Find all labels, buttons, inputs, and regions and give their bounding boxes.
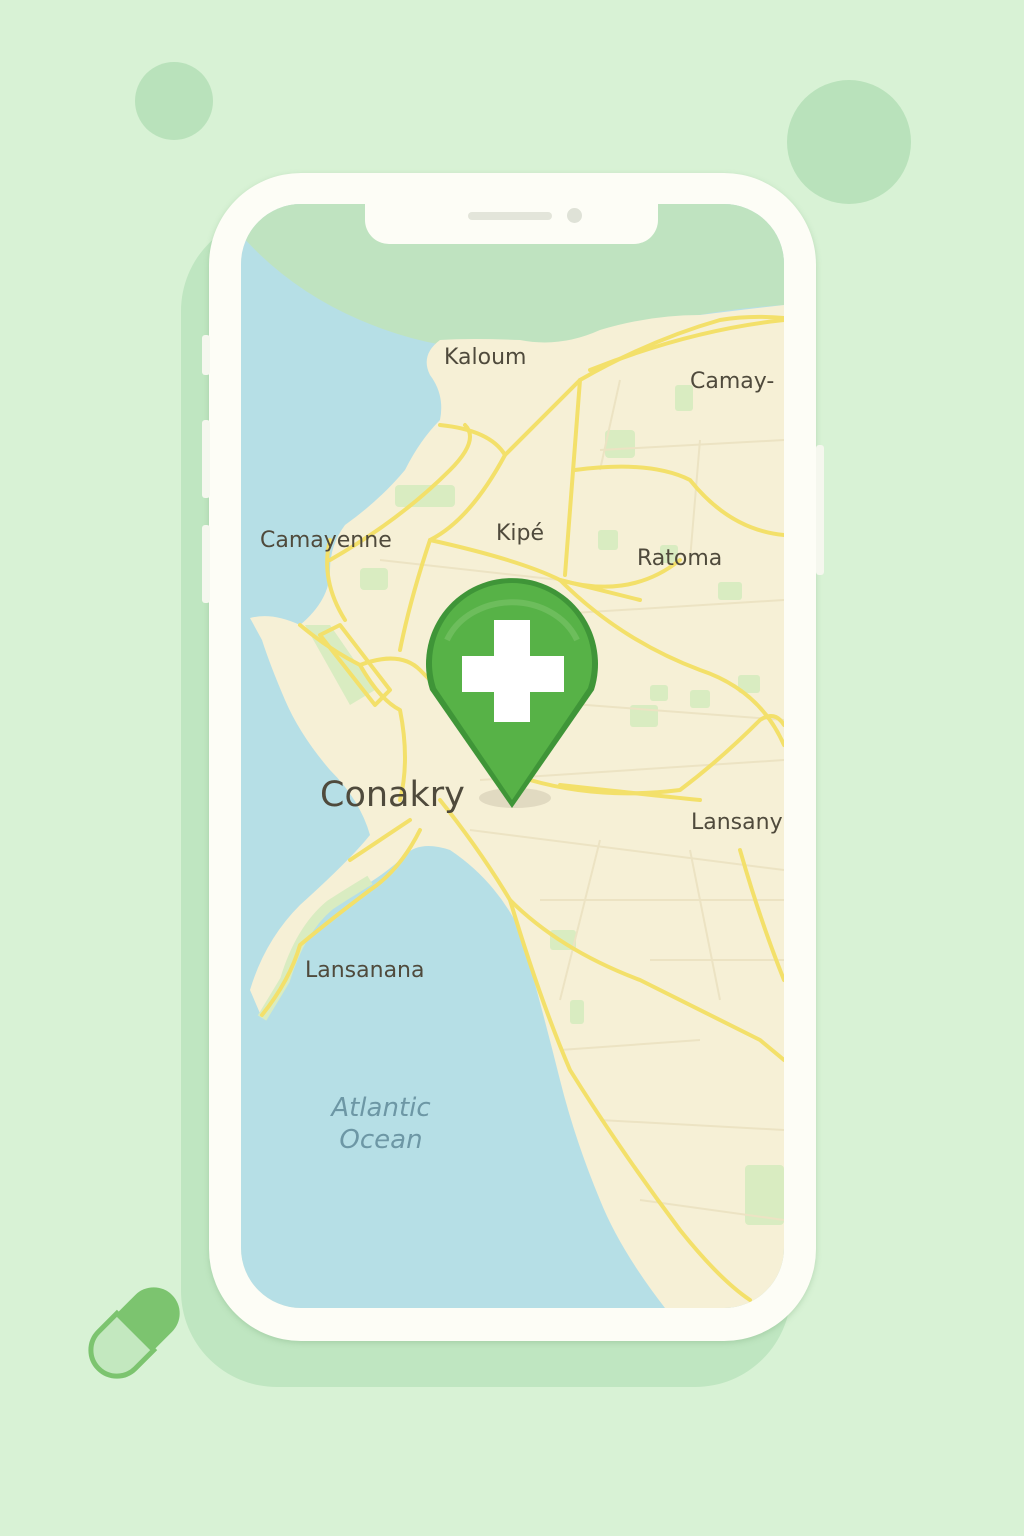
map-screen[interactable]: Kaloum Camay- Camayenne Kipé Ratoma Cona… (241, 204, 784, 1308)
label-kaloum: Kaloum (444, 345, 526, 370)
decor-circle-left (135, 62, 213, 140)
label-kipe: Kipé (496, 521, 544, 546)
mute-switch (202, 335, 210, 375)
power-button (816, 445, 824, 575)
label-atlantic: Atlantic (329, 1093, 430, 1123)
label-camay: Camay- (690, 369, 774, 394)
decor-circle-right (787, 80, 911, 204)
phone-notch (365, 204, 658, 244)
label-conakry: Conakry (320, 775, 465, 815)
speaker-grille (468, 212, 552, 220)
label-camayenne: Camayenne (260, 528, 392, 553)
map-canvas[interactable]: Kaloum Camay- Camayenne Kipé Ratoma Cona… (241, 204, 784, 1308)
label-ocean: Ocean (339, 1125, 422, 1155)
label-lansany: Lansany (691, 810, 783, 835)
label-ratoma: Ratoma (637, 546, 722, 571)
volume-up-button (202, 420, 210, 498)
front-camera (567, 208, 582, 223)
volume-down-button (202, 525, 210, 603)
label-lansanana: Lansanana (305, 958, 424, 983)
